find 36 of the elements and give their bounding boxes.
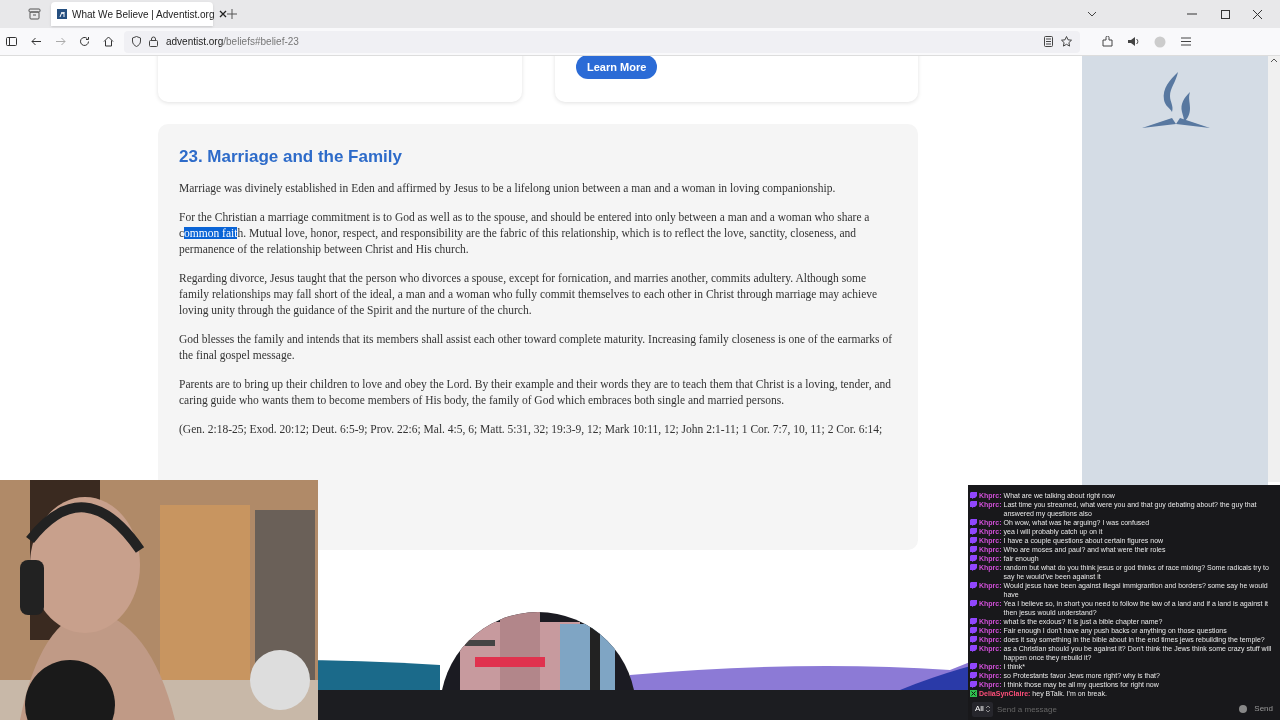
url-text: adventist.org/beliefs#belief-23 [166,35,299,49]
paragraph: Regarding divorce, Jesus taught that the person who divorces a spouse, except for fornication, and marries another, commits adultery. Although some family relationships may fall short of the ideal, a man and a woman who fully commit themselves to each other in Christ through marriage may achieve loving unity through the guidance of the Spirit and the nurture of the church. [179,271,879,318]
updown-icon [985,706,990,712]
tab-overflow-icon[interactable] [1087,11,1097,17]
chat-badge-icon [970,582,977,589]
tab-title: What We Believe | Adventist.org [72,7,215,22]
scroll-up-icon[interactable] [1271,58,1277,62]
close-icon[interactable] [1253,9,1262,19]
scrollbar[interactable] [1268,56,1280,482]
chat-filter-select[interactable]: All [972,701,993,717]
chat-badge-icon [970,600,977,607]
address-bar[interactable]: adventist.org/beliefs#belief-23 [124,30,1080,53]
sidebar-icon[interactable] [6,37,17,46]
lock-icon [149,36,158,47]
menu-icon[interactable] [1181,37,1191,46]
learn-more-button[interactable]: Learn More [576,56,658,80]
close-tab-icon[interactable] [219,10,228,18]
maximize-icon[interactable] [1221,9,1230,19]
tab-list-icon[interactable] [28,8,41,20]
site-favicon [57,9,67,19]
reload-icon[interactable] [79,36,90,47]
reader-view-icon[interactable] [1044,36,1053,47]
send-button[interactable]: Send [1251,703,1276,715]
emoji-icon[interactable] [1239,705,1248,713]
new-tab-icon[interactable] [227,9,237,19]
paragraph: Parents are to bring up their children to love and obey the Lord. By their example and their words they are to teach them that Christ is a loving, tender, and caring guide who wants them to become members of His body, the family of God which embraces both single and married persons. [179,377,893,408]
section-heading: 23. Marriage and the Family [179,146,403,168]
back-icon[interactable] [31,37,42,46]
speaker-icon[interactable] [1127,36,1139,47]
home-icon[interactable] [103,36,114,47]
extensions-icon[interactable] [1102,36,1113,47]
shield-icon[interactable] [132,36,141,47]
paragraph: God blesses the family and intends that its members shall assist each other toward complete maturity. Increasing family closeness is one of the earmarks of the final gospel message. [179,332,894,363]
scripture-citation: (Gen. 2:18-25; Exod. 20:12; Deut. 6:5-9; Prov. 22:6; Mal. 4:5, 6; Matt. 5:31, 32; 19:3-9, 12; Mark 10:11, 12; John 2:1-11; 1 Cor. 7:7, 10, 11; 2 Cor. 6:14; [179,422,884,437]
bookmark-star-icon[interactable] [1061,36,1072,47]
paragraph: Marriage was divinely established in Eden and affirmed by Jesus to be a lifelong union between a man and a woman in loving companionship. [179,181,837,196]
